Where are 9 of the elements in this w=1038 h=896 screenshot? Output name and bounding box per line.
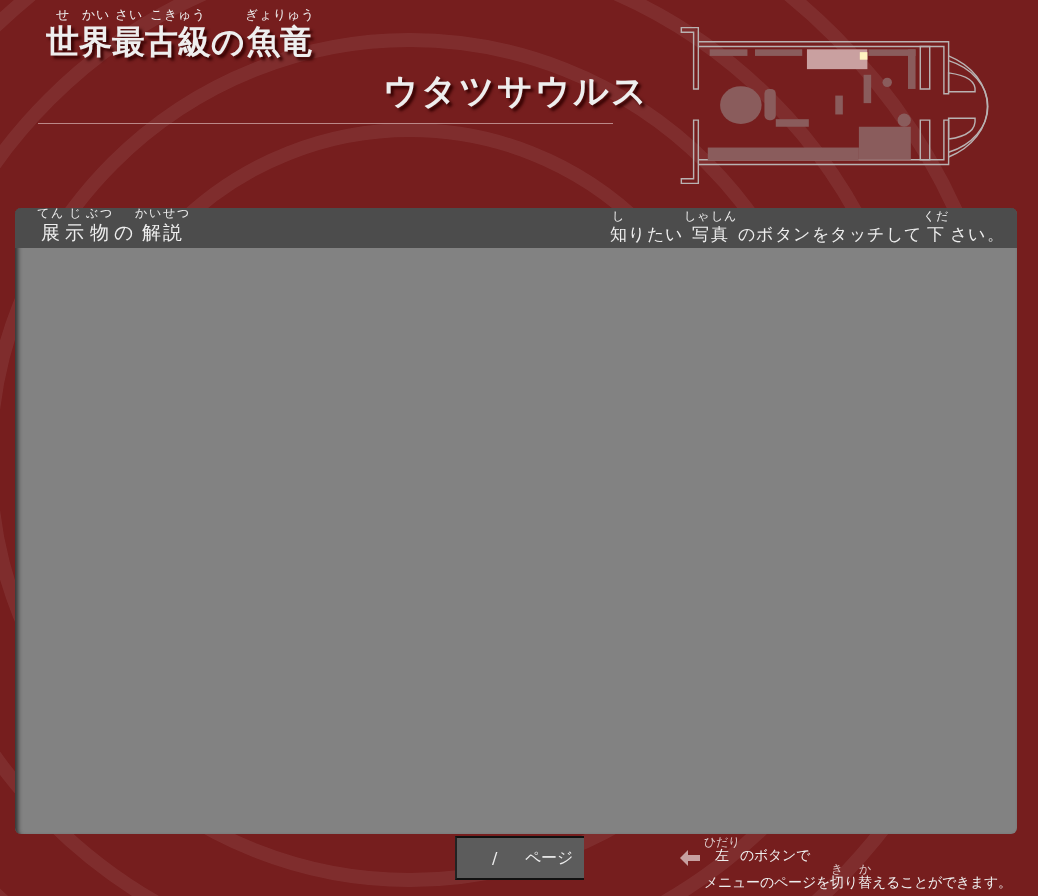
title-text: せ 世 かい 界 さい 最 こきゅう 古級の ぎょりゅう 魚竜 — [45, 8, 316, 62]
page-separator: / — [492, 848, 498, 868]
page-unit-label: ページ — [525, 847, 574, 869]
hint-text: ひだり 左 のボタンで — [704, 836, 811, 863]
instruction-text: し 知 りたい しゃしん 写真 のボタンをタッチして くだ 下 さい。 — [609, 209, 1005, 246]
left-arrow-icon — [680, 850, 700, 866]
panel-heading: てん 展 じ 示 ぶつ 物 の かいせつ 解説 — [37, 206, 191, 245]
hint-text: メニューのページを き 切 り か 替えることができます。 — [704, 862, 1012, 890]
subtitle-text: ウタツサウルス — [382, 68, 649, 113]
